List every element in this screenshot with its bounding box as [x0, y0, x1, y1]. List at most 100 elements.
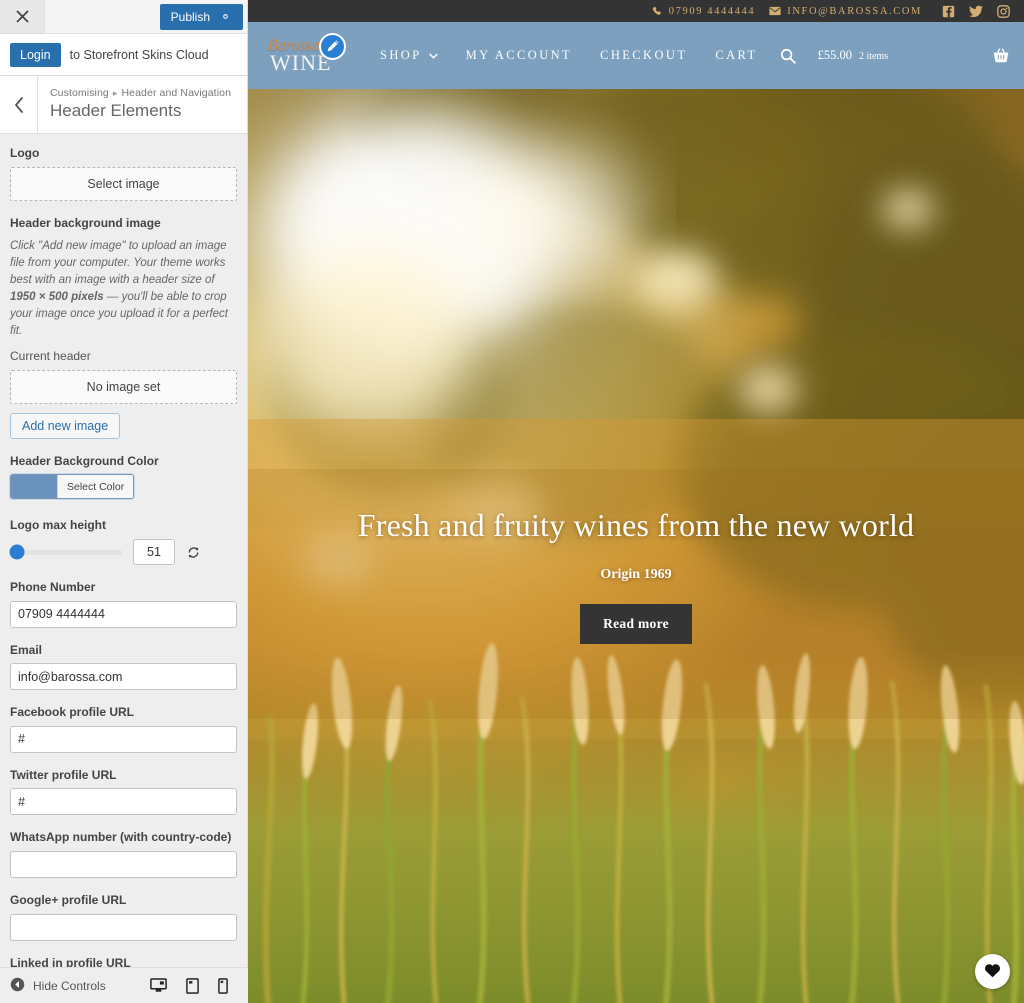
site-preview: 07909 4444444 INFO@BAROSSA.COM Barossa W… [248, 0, 1024, 1003]
phone-number-label: Phone Number [10, 580, 96, 595]
publish-button[interactable]: Publish [159, 3, 243, 30]
control-header-background-color: Header Background Color Select Color [10, 454, 237, 504]
topbar-social-links [942, 4, 1010, 18]
site-topbar: 07909 4444444 INFO@BAROSSA.COM [248, 0, 1024, 22]
hide-controls-label: Hide Controls [33, 978, 106, 993]
select-color-button[interactable]: Select Color [10, 474, 135, 500]
back-button[interactable] [0, 76, 38, 133]
customizer-screen: Publish Login to Storefront Skins Cloud [0, 0, 1024, 1003]
select-logo-image-button[interactable]: Select image [10, 166, 237, 201]
phone-number-input[interactable] [10, 600, 237, 628]
add-new-image-button[interactable]: Add new image [10, 412, 121, 439]
hero-section: Fresh and fruity wines from the new worl… [248, 89, 1024, 1003]
topbar-phone-text: 07909 4444444 [668, 5, 756, 17]
logo-max-height-slider[interactable] [9, 544, 122, 560]
storefront-cloud-notice: Login to Storefront Skins Cloud [0, 34, 247, 76]
pencil-edit-icon[interactable] [319, 32, 346, 60]
nav-link-shop[interactable]: SHOP [380, 48, 438, 63]
google-plus-url-label: Google+ profile URL [10, 893, 127, 908]
control-twitter-url: Twitter profile URL [10, 768, 237, 816]
customizer-topbar: Publish [0, 0, 247, 34]
favourite-button[interactable] [975, 954, 1010, 989]
panel-header-text: Customising ▸ Header and Navigation Header… [38, 76, 231, 133]
logo-max-height-row [9, 539, 237, 566]
login-button[interactable]: Login [10, 42, 61, 67]
select-color-label: Select Color [57, 475, 134, 499]
header-background-image-label: Header background image [10, 215, 161, 230]
control-phone-number: Phone Number [10, 580, 237, 628]
topbar-phone[interactable]: 07909 4444444 [652, 6, 755, 17]
facebook-url-label: Facebook profile URL [10, 705, 135, 720]
reset-icon[interactable] [186, 545, 201, 560]
page-title: Header Elements [50, 100, 182, 120]
topbar-email-text: INFO@BAROSSA.COM [787, 5, 922, 17]
basket-icon[interactable] [992, 47, 1010, 64]
mail-icon [769, 6, 781, 16]
login-notice-text: to Storefront Skins Cloud [69, 47, 209, 62]
email-label: Email [10, 642, 43, 657]
control-logo: Logo Select image [10, 146, 237, 201]
customizer-sidebar: Publish Login to Storefront Skins Cloud [0, 0, 248, 1003]
customizer-footer: Hide Controls [0, 967, 248, 1003]
facebook-icon[interactable] [942, 5, 955, 18]
whatsapp-number-label: WhatsApp number (with country-code) [10, 830, 232, 845]
nav-link-cart[interactable]: CART [715, 48, 757, 63]
help-dimensions: 1950 × 500 pixels [10, 291, 104, 304]
current-header-value: No image set [10, 369, 237, 404]
breadcrumb-separator: ▸ [112, 87, 118, 98]
help-before: Click "Add new image" to upload an image… [10, 240, 227, 287]
breadcrumb: Customising ▸ Header and Navigation [50, 87, 231, 99]
mobile-preview-button[interactable] [218, 977, 228, 994]
logo-label: Logo [10, 146, 40, 160]
collapse-icon [10, 977, 25, 995]
hero-title: Fresh and fruity wines from the new worl… [357, 507, 915, 543]
google-plus-url-input[interactable] [10, 913, 237, 941]
control-logo-max-height: Logo max height [9, 518, 237, 566]
nav-link-checkout[interactable]: CHECKOUT [600, 48, 687, 63]
cart-item-count: 2 items [858, 51, 889, 62]
control-whatsapp-number: WhatsApp number (with country-code) [10, 830, 237, 879]
chevron-down-icon [428, 53, 438, 59]
device-preview-buttons [150, 977, 240, 994]
tablet-preview-button[interactable] [186, 977, 199, 994]
phone-icon [652, 6, 661, 15]
breadcrumb-parent: Header and Navigation [121, 86, 232, 99]
logo-max-height-label: Logo max height [10, 518, 106, 533]
publish-label: Publish [170, 9, 210, 24]
nav-link-shop-label: SHOP [380, 48, 422, 62]
twitter-url-input[interactable] [10, 788, 237, 816]
hide-controls-button[interactable]: Hide Controls [10, 977, 106, 995]
nav-links: SHOP MY ACCOUNT CHECKOUT CART [380, 48, 758, 63]
breadcrumb-root: Customising [50, 86, 109, 99]
close-customizer-button[interactable] [0, 0, 45, 33]
facebook-url-input[interactable] [10, 725, 237, 753]
control-list: Logo Select image Header background imag… [0, 134, 247, 1003]
instagram-icon[interactable] [997, 4, 1010, 18]
current-header-label: Current header [10, 349, 91, 364]
gear-icon[interactable] [219, 10, 232, 23]
color-swatch [11, 475, 57, 499]
desktop-preview-button[interactable] [150, 978, 167, 993]
nav-link-my-account[interactable]: MY ACCOUNT [466, 48, 573, 63]
twitter-url-label: Twitter profile URL [10, 767, 117, 782]
control-google-plus-url: Google+ profile URL [10, 893, 237, 941]
logo-max-height-input[interactable] [133, 539, 175, 566]
publish-area: Publish [45, 0, 247, 33]
read-more-button[interactable]: Read more [580, 604, 692, 644]
search-icon[interactable] [780, 48, 796, 64]
hero-subtitle: Origin 1969 [600, 567, 672, 582]
panel-header: Customising ▸ Header and Navigation Header… [0, 76, 247, 134]
control-email: Email [10, 643, 237, 691]
email-input[interactable] [10, 663, 237, 691]
hero-content: Fresh and fruity wines from the new worl… [248, 507, 1024, 644]
heart-icon [984, 962, 1001, 981]
cart-summary[interactable]: £55.00 2 items [818, 48, 889, 63]
twitter-icon[interactable] [969, 5, 983, 18]
site-logo[interactable]: Barossa WINE [264, 31, 352, 81]
control-header-background-image: Header background image Click "Add new i… [10, 216, 237, 439]
whatsapp-number-input[interactable] [10, 851, 237, 879]
header-background-image-help: Click "Add new image" to upload an image… [10, 238, 237, 340]
topbar-email[interactable]: INFO@BAROSSA.COM [769, 6, 922, 17]
slider-handle[interactable] [9, 544, 25, 560]
control-facebook-url: Facebook profile URL [10, 705, 237, 753]
